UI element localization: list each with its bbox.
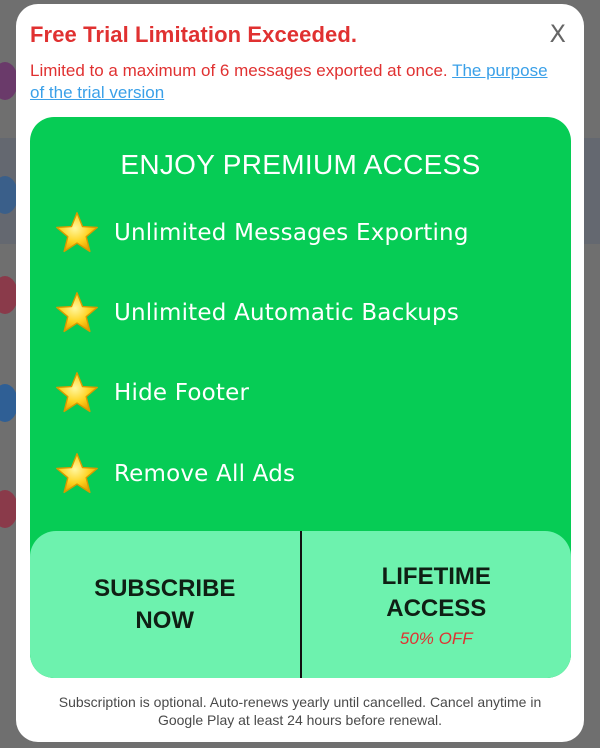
star-icon bbox=[56, 453, 98, 494]
subscription-note: Subscription is optional. Auto-renews ye… bbox=[58, 694, 542, 728]
star-icon bbox=[56, 372, 98, 413]
feature-label: Hide Footer bbox=[114, 380, 250, 406]
purchase-options: SUBSCRIBE NOW LIFETIME ACCESS 50% OFF bbox=[30, 531, 571, 678]
limit-message: Limited to a maximum of 6 messages expor… bbox=[30, 60, 550, 104]
feature-label: Remove All Ads bbox=[114, 461, 296, 487]
feature-label: Unlimited Automatic Backups bbox=[114, 300, 460, 326]
feature-item: Unlimited Automatic Backups bbox=[54, 289, 459, 337]
subscribe-label: SUBSCRIBE NOW bbox=[94, 574, 236, 634]
trial-limit-dialog: Free Trial Limitation Exceeded. X Limite… bbox=[16, 4, 584, 742]
premium-card: ENJOY PREMIUM ACCESS Unlimited Messages … bbox=[30, 117, 571, 678]
lifetime-label: LIFETIME ACCESS bbox=[381, 562, 491, 622]
premium-heading: ENJOY PREMIUM ACCESS bbox=[120, 149, 481, 180]
close-button[interactable]: X bbox=[550, 20, 566, 48]
feature-item: Remove All Ads bbox=[54, 450, 295, 498]
feature-item: Unlimited Messages Exporting bbox=[54, 209, 469, 257]
dialog-title: Free Trial Limitation Exceeded. bbox=[30, 22, 358, 47]
lifetime-access-button[interactable]: LIFETIME ACCESS 50% OFF bbox=[302, 531, 572, 678]
subscribe-button[interactable]: SUBSCRIBE NOW bbox=[30, 531, 302, 678]
limit-message-text: Limited to a maximum of 6 messages expor… bbox=[30, 61, 448, 80]
feature-label: Unlimited Messages Exporting bbox=[114, 220, 469, 246]
feature-item: Hide Footer bbox=[54, 369, 249, 417]
discount-badge: 50% OFF bbox=[399, 628, 473, 648]
star-icon bbox=[56, 212, 98, 253]
star-icon bbox=[56, 292, 98, 333]
